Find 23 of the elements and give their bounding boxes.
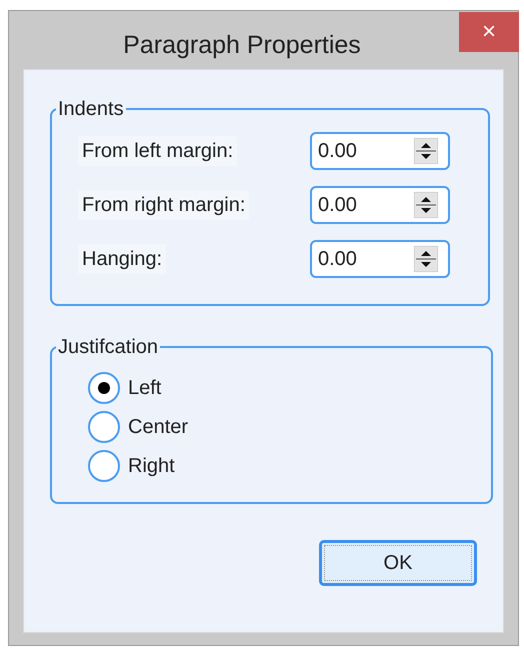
field-label: Hanging: — [78, 244, 166, 274]
radio-button[interactable] — [88, 372, 120, 404]
field-label: From right margin: — [78, 190, 250, 220]
spin-arrows-icon[interactable] — [414, 138, 438, 164]
radio-option[interactable]: Center — [88, 411, 188, 443]
spin-arrows-icon[interactable] — [414, 192, 438, 218]
radio-button[interactable] — [88, 450, 120, 482]
number-spinner[interactable]: 0.00 — [310, 132, 450, 170]
ok-button[interactable]: OK — [319, 540, 477, 586]
radio-option[interactable]: Right — [88, 450, 175, 482]
number-input[interactable]: 0.00 — [318, 190, 414, 220]
radio-option[interactable]: Left — [88, 372, 162, 404]
group-label: Indents — [57, 97, 125, 122]
number-spinner[interactable]: 0.00 — [310, 240, 450, 278]
group-label: Justifcation — [57, 335, 160, 360]
number-input[interactable]: 0.00 — [318, 136, 414, 166]
radio-button[interactable] — [88, 411, 120, 443]
close-button[interactable]: × — [459, 12, 519, 52]
field-label: From left margin: — [78, 136, 238, 166]
number-spinner[interactable]: 0.00 — [310, 186, 450, 224]
window-title: Paragraph Properties — [122, 30, 362, 61]
spin-arrows-icon[interactable] — [414, 246, 438, 272]
number-input[interactable]: 0.00 — [318, 244, 414, 274]
